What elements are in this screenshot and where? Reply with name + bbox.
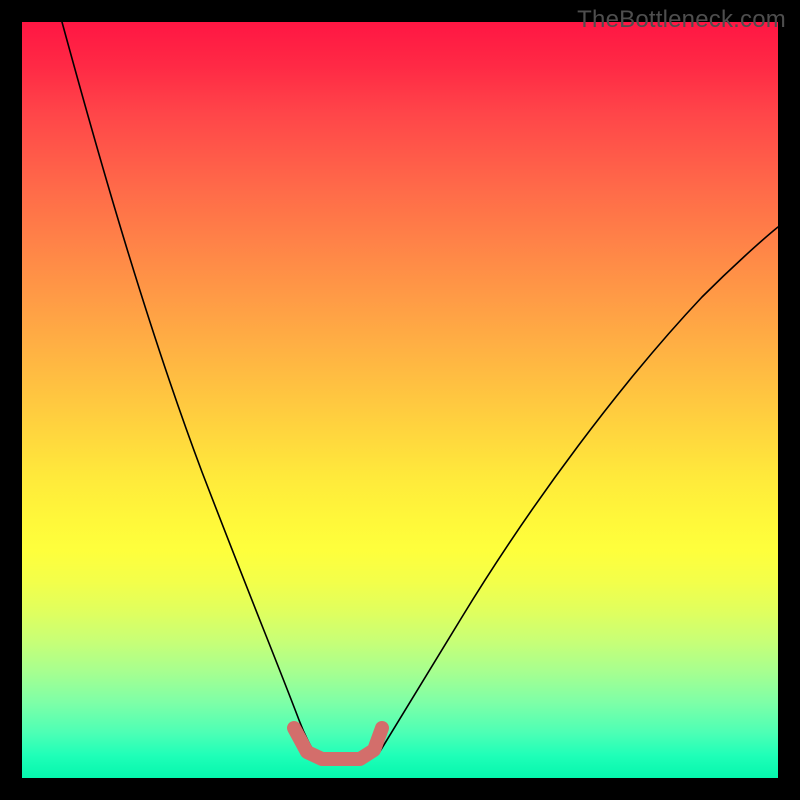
chart-frame: TheBottleneck.com	[0, 0, 800, 800]
plot-area	[22, 22, 778, 778]
valley-highlight	[294, 728, 382, 759]
plot-svg	[22, 22, 778, 778]
watermark-text: TheBottleneck.com	[577, 6, 786, 34]
left-curve	[62, 22, 315, 753]
right-curve	[379, 227, 778, 753]
